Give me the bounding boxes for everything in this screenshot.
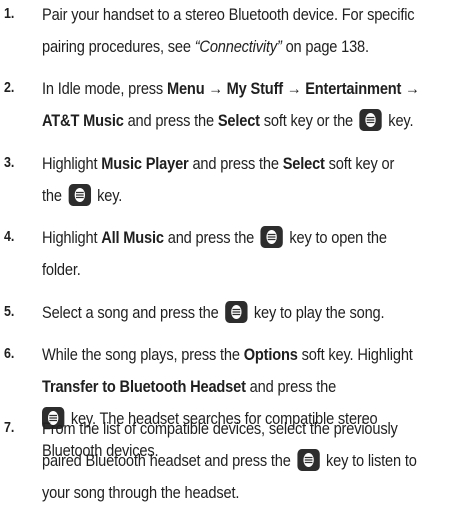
select-key-icon — [359, 109, 382, 131]
step-text-line: paired Bluetooth headset and press the k… — [42, 449, 417, 471]
step-text-line: folder. — [42, 260, 81, 279]
cross-reference-link[interactable]: “Connectivity” — [195, 37, 282, 56]
step-number: 2. — [4, 80, 15, 96]
step-text-line: Highlight All Music and press the key to… — [42, 226, 387, 248]
step-number: 4. — [4, 229, 15, 245]
select-key-icon — [260, 226, 283, 248]
step-text-line: the key. — [42, 184, 123, 206]
step-number: 3. — [4, 155, 15, 171]
step-text-line: Select a song and press the key to play … — [42, 301, 385, 323]
step-number: 1. — [4, 6, 15, 22]
step-number: 6. — [4, 346, 15, 362]
select-key-icon — [225, 301, 248, 323]
step-text-line: Transfer to Bluetooth Headset and press … — [42, 377, 337, 396]
step-number: 7. — [4, 420, 15, 436]
step-text-line: pairing procedures, see “Connectivity” o… — [42, 37, 369, 56]
step-text-line: AT&T Music and press the Select soft key… — [42, 109, 414, 131]
step-text-line: While the song plays, press the Options … — [42, 345, 413, 364]
select-key-icon — [68, 184, 91, 206]
menu-path: Menu → My Stuff → Entertainment → — [166, 79, 420, 98]
step-number: 5. — [4, 304, 15, 320]
step-text-line: Highlight Music Player and press the Sel… — [42, 154, 395, 173]
step-text-line: In Idle mode, press Menu → My Stuff → En… — [42, 79, 420, 98]
manual-page: 1. Pair your handset to a stereo Bluetoo… — [0, 0, 473, 515]
step-text-line: From the list of compatible devices, sel… — [42, 419, 398, 438]
select-key-icon — [297, 449, 320, 471]
step-text-line: your song through the headset. — [42, 483, 240, 502]
step-text-line: Pair your handset to a stereo Bluetooth … — [42, 5, 415, 24]
